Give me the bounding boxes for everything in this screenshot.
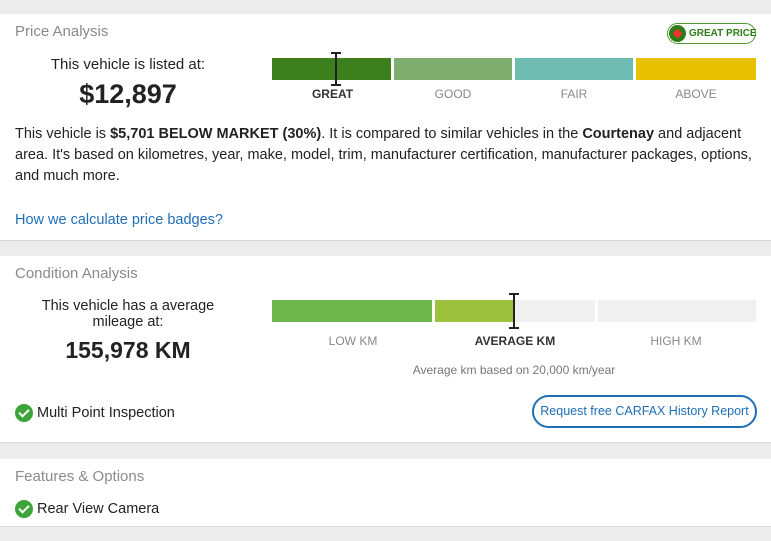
price-badge-label: GREAT PRICE bbox=[689, 28, 757, 39]
mileage-bar-low bbox=[272, 300, 432, 322]
price-badge-icon bbox=[669, 25, 686, 42]
mileage-bar-average-unfilled bbox=[514, 300, 595, 322]
feature-item: Rear View Camera bbox=[37, 501, 160, 517]
listed-price: $12,897 bbox=[79, 79, 177, 109]
price-badges-link[interactable]: How we calculate price badges? bbox=[15, 212, 223, 228]
condition-analysis-card: Condition Analysis This vehicle has a av… bbox=[0, 256, 771, 443]
price-label-good: GOOD bbox=[434, 87, 472, 101]
price-bar-good bbox=[394, 58, 512, 80]
price-label-great: GREAT bbox=[311, 87, 354, 101]
listed-at-label: This vehicle is listed at: bbox=[50, 56, 206, 73]
market-location: Courtenay bbox=[582, 126, 655, 142]
mileage-label: This vehicle has a average mileage at: bbox=[41, 298, 215, 330]
check-circle-icon bbox=[15, 404, 33, 422]
price-analysis-title: Price Analysis bbox=[15, 23, 109, 40]
check-circle-icon bbox=[15, 500, 33, 518]
inspection-label: Multi Point Inspection bbox=[37, 405, 175, 421]
carfax-report-button[interactable]: Request free CARFAX History Report bbox=[532, 395, 757, 428]
features-options-title: Features & Options bbox=[15, 468, 145, 485]
price-label-fair: FAIR bbox=[560, 87, 588, 101]
mileage-label-average: AVERAGE KM bbox=[474, 334, 556, 348]
mileage-position-marker bbox=[509, 293, 519, 329]
mileage-value: 155,978 KM bbox=[65, 337, 191, 363]
price-position-marker bbox=[331, 52, 341, 86]
price-label-above: ABOVE bbox=[675, 87, 717, 101]
mileage-bar-high bbox=[598, 300, 756, 322]
condition-analysis-title: Condition Analysis bbox=[15, 265, 138, 282]
mileage-label-high: HIGH KM bbox=[650, 334, 702, 348]
price-description: This vehicle is $5,701 BELOW MARKET (30%… bbox=[15, 126, 752, 184]
great-price-badge: GREAT PRICE bbox=[667, 23, 757, 44]
mileage-note: Average km based on 20,000 km/year bbox=[412, 363, 616, 377]
price-analysis-card: Price Analysis GREAT PRICE This vehicle … bbox=[0, 14, 771, 241]
features-options-card: Features & Options Rear View Camera bbox=[0, 459, 771, 527]
below-market-amount: $5,701 BELOW MARKET (30%) bbox=[110, 126, 322, 142]
price-bar-above bbox=[636, 58, 756, 80]
mileage-label-low: LOW KM bbox=[328, 334, 378, 348]
price-bar-fair bbox=[515, 58, 633, 80]
